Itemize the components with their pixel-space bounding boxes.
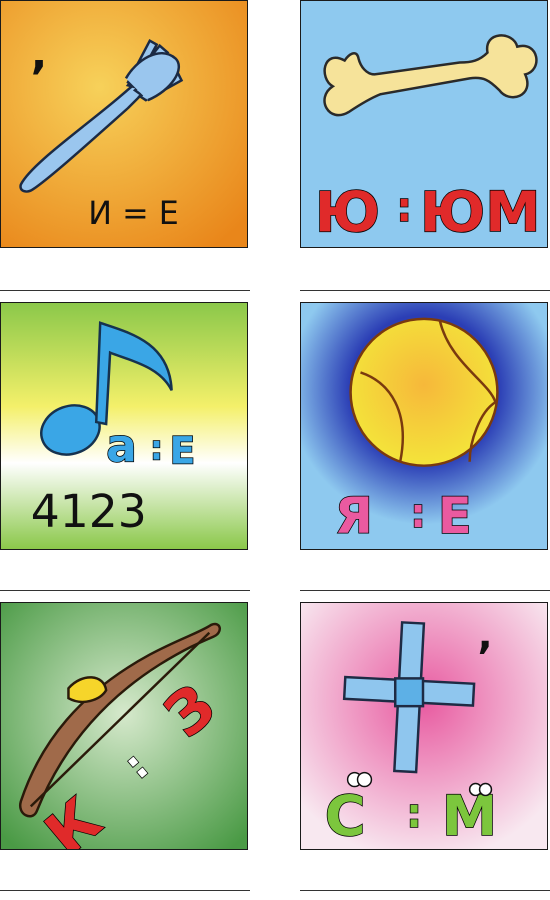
rule-right: ЮМ	[420, 180, 540, 245]
rule-separator: :	[410, 491, 426, 537]
answer-line-5[interactable]	[0, 890, 250, 891]
answer-line-1[interactable]	[0, 290, 250, 291]
puzzle-card-ball: Я : Е	[300, 302, 548, 550]
puzzle-card-fork: , И = Е	[0, 0, 248, 248]
answer-line-6[interactable]	[300, 890, 550, 891]
rule-separator: :	[396, 185, 412, 231]
rule-left: а	[106, 420, 137, 473]
rule-left: Ю	[315, 180, 380, 245]
digits-text: 4123	[31, 485, 147, 538]
rule-left: С	[325, 784, 366, 849]
rule-left: Я	[335, 487, 373, 545]
note-picture: а : Е 4123	[1, 303, 247, 549]
comma-mark: ,	[31, 28, 48, 79]
cross-picture: , С : М	[301, 603, 547, 849]
ball-picture: Я : Е	[301, 303, 547, 549]
fork-picture: , И = Е	[1, 1, 247, 247]
puzzle-card-bone: Ю : ЮМ	[300, 0, 548, 248]
comma-mark: ,	[478, 613, 493, 659]
ball-icon	[349, 317, 499, 467]
puzzle-card-bow: К : З	[0, 602, 248, 850]
answer-line-3[interactable]	[0, 590, 250, 591]
rule-right: Е	[170, 429, 196, 473]
rule-text: И = Е	[88, 196, 179, 232]
puzzle-card-note: а : Е 4123	[0, 302, 248, 550]
rule-separator: :	[150, 429, 163, 468]
rule-right: Е	[438, 487, 472, 545]
bone-picture: Ю : ЮМ	[301, 1, 547, 247]
rule-separator: :	[406, 791, 422, 837]
bow-picture: К : З	[1, 603, 247, 849]
puzzle-card-cross: , С : М	[300, 602, 548, 850]
answer-line-4[interactable]	[300, 590, 550, 591]
answer-line-2[interactable]	[300, 290, 550, 291]
